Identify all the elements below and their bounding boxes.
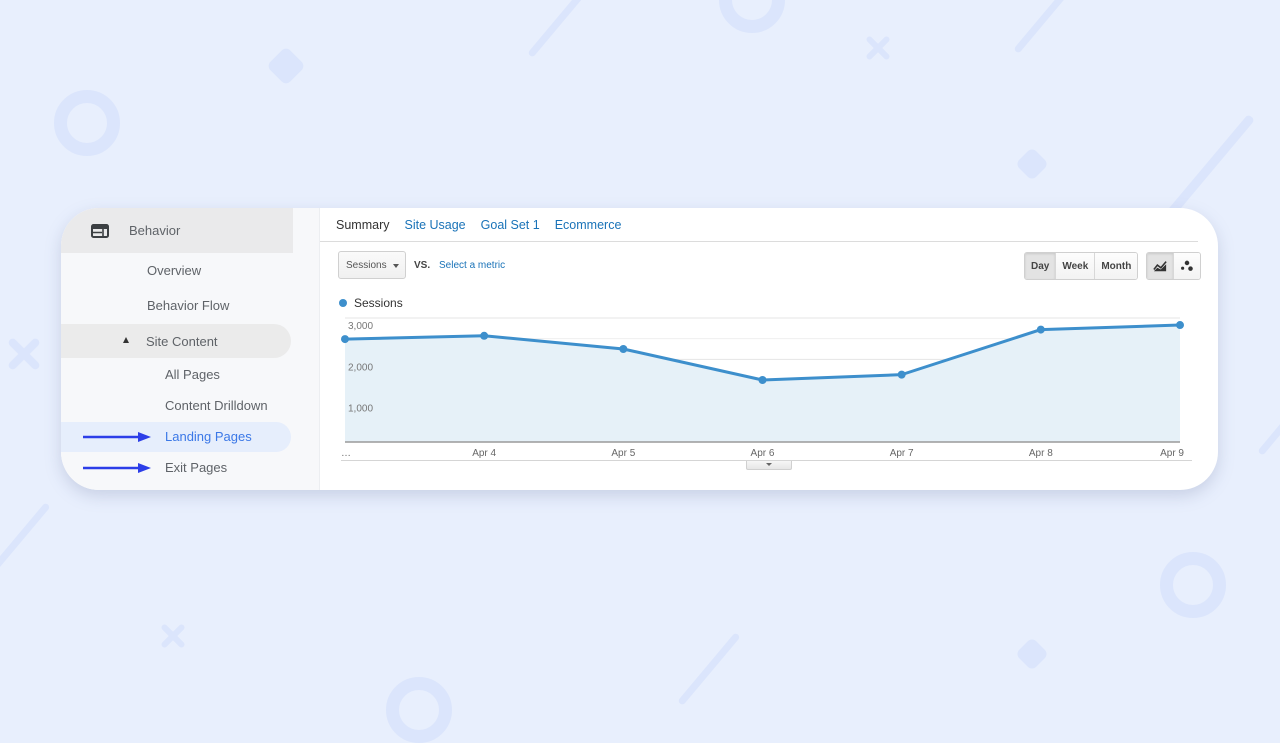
sidebar-item-site-content-label[interactable]: Site Content [146, 334, 218, 349]
x-tick-label: Apr 9 [1160, 448, 1184, 459]
data-point-5 [897, 370, 906, 379]
arrow-icon [83, 463, 151, 473]
day-button[interactable]: Day [1025, 253, 1056, 279]
select-metric-link[interactable]: Select a metric [439, 260, 505, 271]
metric-select-value: Sessions [346, 259, 387, 271]
x-tick-label: Apr 7 [890, 448, 914, 459]
sidebar-section-label: Behavior [129, 223, 181, 238]
chart-resize-handle[interactable] [746, 461, 792, 470]
explorer-tabs: Summary Site Usage Goal Set 1 Ecommerce [336, 218, 621, 232]
metric-select[interactable]: Sessions [338, 251, 406, 279]
y-tick-label: 2,000 [348, 362, 373, 373]
decorative-ring-icon [54, 90, 120, 156]
tab-goal-set-1[interactable]: Goal Set 1 [481, 218, 540, 232]
sidebar-item-content-drilldown[interactable]: Content Drilldown [165, 398, 268, 413]
line-chart-button[interactable] [1147, 253, 1173, 279]
decorative-diamond-icon [266, 46, 306, 86]
x-tick-label: Apr 6 [751, 448, 775, 459]
arrow-icon [83, 432, 151, 442]
week-button[interactable]: Week [1055, 253, 1095, 279]
decorative-line-icon [1257, 420, 1280, 456]
decorative-x-icon [6, 336, 42, 372]
decorative-ring-icon [386, 677, 452, 743]
y-tick-label: 3,000 [348, 321, 373, 332]
tab-site-usage[interactable]: Site Usage [404, 218, 465, 232]
decorative-line-icon [1013, 0, 1080, 54]
legend-dot-icon [339, 299, 347, 307]
sidebar-nav: Behavior Overview Behavior Flow Site Con… [61, 208, 320, 490]
decorative-diamond-icon [1015, 147, 1049, 181]
decorative-line-icon [677, 632, 741, 706]
line-chart-icon [1153, 261, 1167, 272]
x-tick-label: … [341, 448, 351, 459]
chart-type-toggle [1146, 252, 1201, 280]
motion-chart-button[interactable] [1173, 253, 1200, 279]
granularity-toggle: Day Week Month [1024, 252, 1139, 280]
x-tick-label: Apr 4 [472, 448, 496, 459]
decorative-ring-icon [719, 0, 785, 33]
main-panel: Summary Site Usage Goal Set 1 Ecommerce … [320, 208, 1218, 490]
x-tick-label: Apr 8 [1029, 448, 1053, 459]
decorative-line-icon [527, 0, 594, 58]
sidebar-item-all-pages[interactable]: All Pages [165, 367, 220, 382]
decorative-x-icon [155, 618, 191, 654]
behavior-icon [91, 224, 109, 238]
tab-ecommerce[interactable]: Ecommerce [555, 218, 622, 232]
decorative-line-icon [0, 502, 51, 576]
y-tick-label: 1,000 [348, 404, 373, 415]
sidebar-item-landing-pages[interactable]: Landing Pages [165, 429, 252, 444]
sessions-line-chart: 1,000 2,000 3,000 … Apr 4 Apr 5 Apr 6 Apr 7 Apr… [341, 317, 1184, 459]
sidebar-item-behavior-flow[interactable]: Behavior Flow [147, 298, 229, 313]
data-point-4 [758, 376, 767, 384]
sidebar-item-overview[interactable]: Overview [147, 263, 201, 278]
chevron-down-icon [393, 264, 399, 268]
data-point-6 [1036, 325, 1045, 334]
decorative-line-icon [1164, 114, 1256, 220]
month-button[interactable]: Month [1094, 253, 1138, 279]
decorative-diamond-icon [1015, 637, 1049, 671]
data-point-3 [619, 345, 628, 353]
vs-label: VS. [414, 260, 431, 271]
data-point-2 [480, 331, 489, 340]
decorative-ring-icon [1160, 552, 1226, 618]
sidebar-item-exit-pages[interactable]: Exit Pages [165, 460, 227, 475]
triangle-up-icon [123, 337, 129, 343]
tabs-divider [320, 241, 1198, 242]
analytics-card: Behavior Overview Behavior Flow Site Con… [61, 208, 1218, 490]
tab-summary[interactable]: Summary [336, 218, 389, 232]
decorative-x-icon [860, 30, 896, 66]
x-tick-label: Apr 5 [611, 448, 635, 459]
sidebar-section-behavior[interactable]: Behavior [61, 208, 293, 253]
x-axis-ticks: … Apr 4 Apr 5 Apr 6 Apr 7 Apr 8 Apr 9 [341, 448, 1184, 459]
motion-chart-icon [1181, 260, 1193, 271]
data-point-7 [1176, 321, 1184, 330]
data-point-1 [341, 335, 349, 344]
